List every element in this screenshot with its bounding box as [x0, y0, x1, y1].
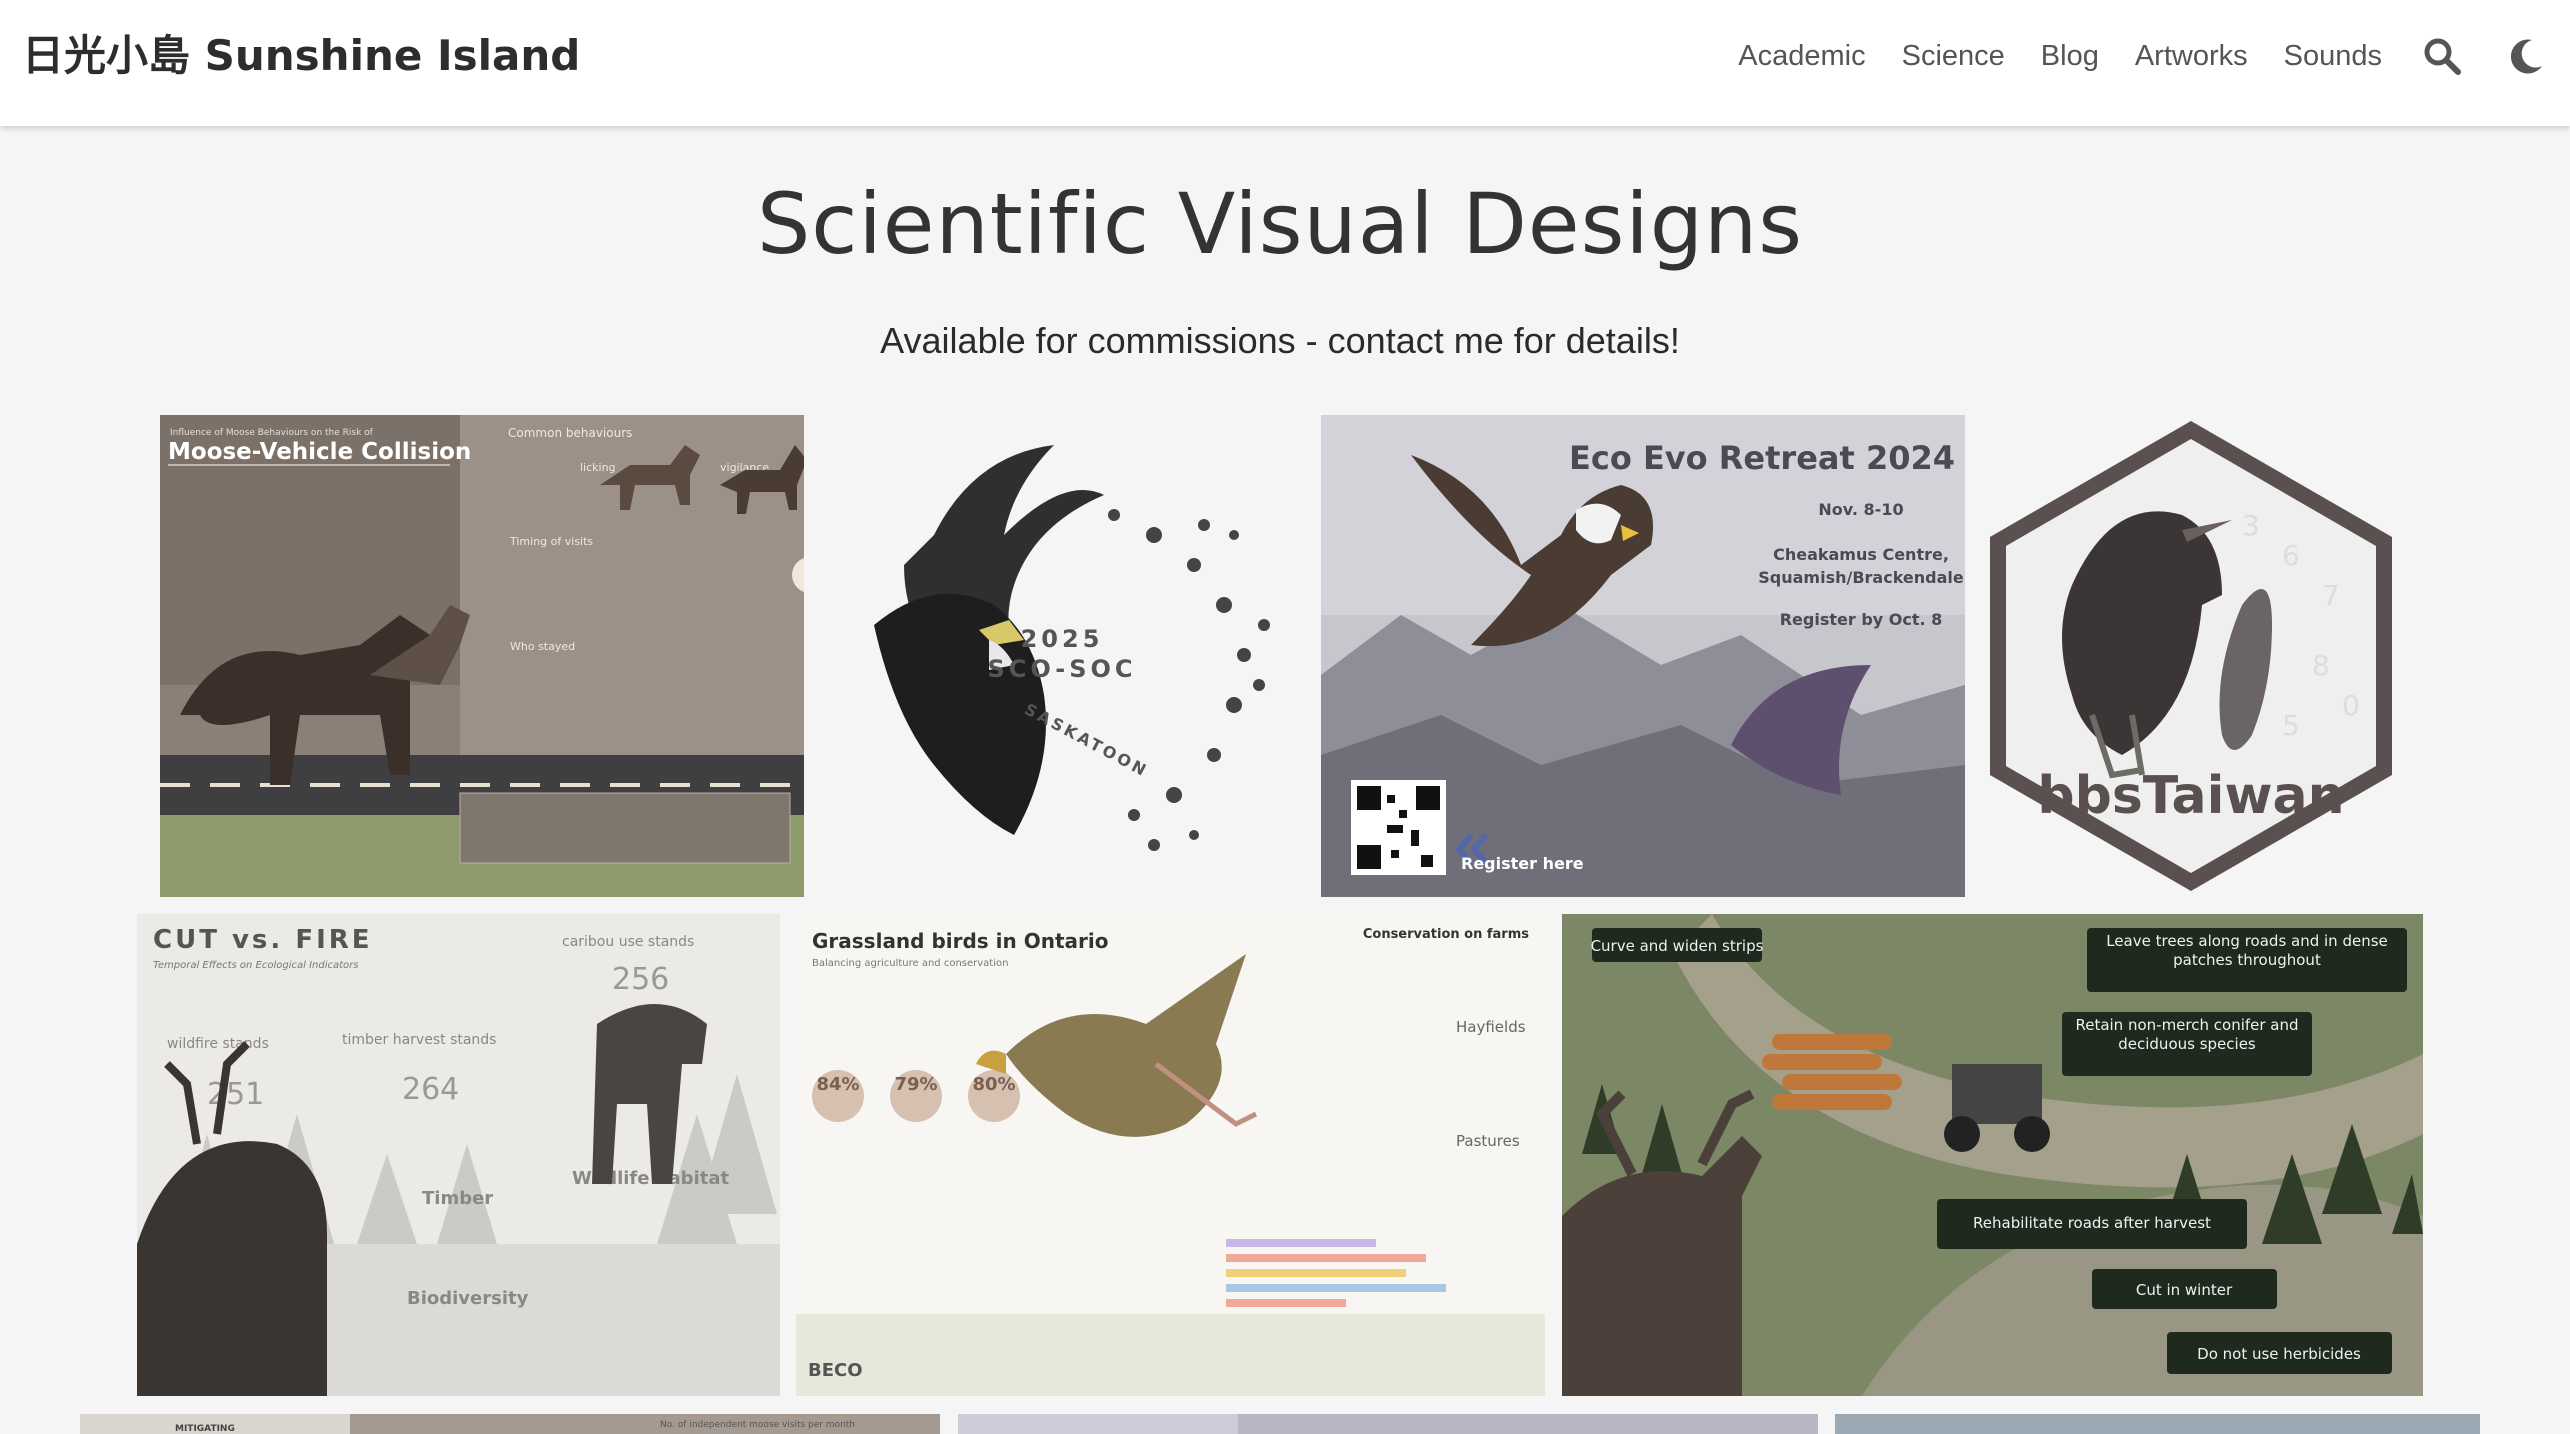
nav-sounds[interactable]: Sounds	[2284, 30, 2382, 82]
cutfire-label-3: caribou use stands	[562, 934, 694, 950]
cutfire-label-2: timber harvest stands	[342, 1032, 496, 1048]
moose-label-5: Who stayed	[510, 640, 575, 653]
nav-blog[interactable]: Blog	[2041, 30, 2099, 82]
forestry-label-4: Rehabilitate roads after harvest	[1973, 1214, 2211, 1232]
forestry-label-2: Leave trees along roads and in dense pat…	[2106, 932, 2388, 969]
page-title: Scientific Visual Designs	[756, 175, 1804, 273]
bottom-3-artwork	[1835, 1414, 2480, 1434]
gallery-item-bottom-3[interactable]	[1835, 1414, 2480, 1434]
gallery-item-moose-mitigation[interactable]: MITIGATING No. of independent moose visi…	[80, 1414, 940, 1434]
gallery-item-grassland-birds[interactable]: Grassland birds in Ontario Balancing agr…	[796, 914, 1545, 1396]
cutfire-label-1: wildfire stands	[167, 1036, 269, 1052]
grassland-section: Conservation on farms	[1363, 927, 1529, 942]
eco-register-link: Register here	[1461, 854, 1584, 873]
nav-artworks[interactable]: Artworks	[2135, 30, 2248, 82]
site-brand[interactable]: 日光小島 Sunshine Island	[22, 28, 580, 84]
nav-links: Academic Science Blog Artworks Sounds	[1738, 30, 2546, 82]
page-subtitle: Available for commissions - contact me f…	[880, 320, 1680, 361]
forestry-label-6: Do not use herbicides	[2197, 1345, 2361, 1363]
grassland-birds-artwork: Grassland birds in Ontario Balancing agr…	[796, 914, 1545, 1396]
cutfire-subtitle: Temporal Effects on Ecological Indicator…	[153, 960, 359, 971]
gallery-item-forestry-practices[interactable]: Curve and widen strips Leave trees along…	[1562, 914, 2423, 1396]
eco-venue-2: Squamish/Brackendale	[1758, 568, 1964, 587]
grassland-pct-2: 79%	[894, 1074, 937, 1095]
forestry-label-3: Retain non-merch conifer and deciduous s…	[2075, 1016, 2299, 1053]
cutfire-label-5: Biodiversity	[407, 1288, 529, 1309]
top-navbar: 日光小島 Sunshine Island Academic Science Bl…	[0, 0, 2570, 126]
nav-academic[interactable]: Academic	[1738, 30, 1865, 82]
grassland-label-2: Pastures	[1456, 1132, 1520, 1150]
moose-kicker: Influence of Moose Behaviours on the Ris…	[170, 428, 374, 438]
moose-collision-artwork: Influence of Moose Behaviours on the Ris…	[160, 415, 804, 897]
sco-soc-name: SCO-SOC	[987, 655, 1136, 683]
moose-heading: Moose-Vehicle Collision	[168, 439, 471, 465]
svg-text:8: 8	[2312, 649, 2330, 682]
gallery-item-moose-collision[interactable]: Influence of Moose Behaviours on the Ris…	[160, 415, 804, 897]
cutfire-label-4: Timber	[422, 1188, 493, 1209]
cutfire-number-2: 264	[402, 1072, 459, 1107]
svg-text:7: 7	[2322, 579, 2340, 612]
grassland-title: Grassland birds in Ontario	[812, 929, 1108, 953]
svg-text:6: 6	[2282, 539, 2300, 572]
moon-icon[interactable]	[2506, 36, 2546, 76]
sco-soc-year: 2025	[1021, 625, 1104, 653]
forestry-practices-artwork: Curve and widen strips Leave trees along…	[1562, 914, 2423, 1396]
moose-mitigation-artwork: MITIGATING No. of independent moose visi…	[80, 1414, 940, 1434]
eco-venue-1: Cheakamus Centre,	[1773, 545, 1949, 564]
bottom-label-1: MITIGATING	[175, 1424, 235, 1434]
eco-evo-retreat-artwork: Eco Evo Retreat 2024 Nov. 8-10 Cheakamus…	[1321, 415, 1965, 897]
eco-date: Nov. 8-10	[1818, 500, 1903, 519]
gallery-item-bottom-2[interactable]	[958, 1414, 1818, 1434]
grassland-pct-3: 80%	[972, 1074, 1015, 1095]
bbs-taiwan-logo: 367 80 5 bbsTaiwan	[1982, 415, 2400, 897]
grassland-subtitle: Balancing agriculture and conservation	[812, 958, 1008, 969]
forestry-label-5: Cut in winter	[2136, 1281, 2233, 1299]
grassland-logo: BECO	[808, 1360, 863, 1381]
bottom-2-artwork	[958, 1414, 1818, 1434]
moose-label-4: Timing of visits	[509, 535, 593, 548]
cutfire-number-3: 256	[612, 962, 669, 997]
moose-label-2: licking	[580, 461, 616, 474]
eco-title: Eco Evo Retreat 2024	[1569, 439, 1955, 477]
sco-soc-artwork: 2025 SCO-SOC SASKATOON	[814, 415, 1310, 897]
svg-text:5: 5	[2282, 709, 2300, 742]
grassland-label-1: Hayfields	[1456, 1018, 1526, 1036]
cutfire-number-1: 251	[207, 1077, 264, 1112]
forestry-label-1: Curve and widen strips	[1591, 937, 1764, 955]
cut-vs-fire-artwork: CUT vs. FIRE Temporal Effects on Ecologi…	[137, 914, 780, 1396]
search-icon[interactable]	[2422, 36, 2462, 76]
nav-science[interactable]: Science	[1902, 30, 2005, 82]
eco-deadline: Register by Oct. 8	[1780, 610, 1943, 629]
gallery-item-bbs-taiwan[interactable]: 367 80 5 bbsTaiwan	[1982, 415, 2400, 897]
svg-text:3: 3	[2242, 509, 2260, 542]
gallery-item-eco-evo-retreat[interactable]: Eco Evo Retreat 2024 Nov. 8-10 Cheakamus…	[1321, 415, 1965, 897]
moose-label-1: Common behaviours	[508, 426, 632, 440]
gallery-item-sco-soc-logo[interactable]: 2025 SCO-SOC SASKATOON	[814, 415, 1310, 897]
grassland-pct-1: 84%	[816, 1074, 859, 1095]
svg-text:0: 0	[2342, 689, 2360, 722]
gallery-item-cut-vs-fire[interactable]: CUT vs. FIRE Temporal Effects on Ecologi…	[137, 914, 780, 1396]
cutfire-title: CUT vs. FIRE	[153, 925, 373, 955]
bbs-taiwan-label: bbsTaiwan	[2037, 766, 2344, 826]
bottom-label-2: No. of independent moose visits per mont…	[660, 1420, 855, 1430]
